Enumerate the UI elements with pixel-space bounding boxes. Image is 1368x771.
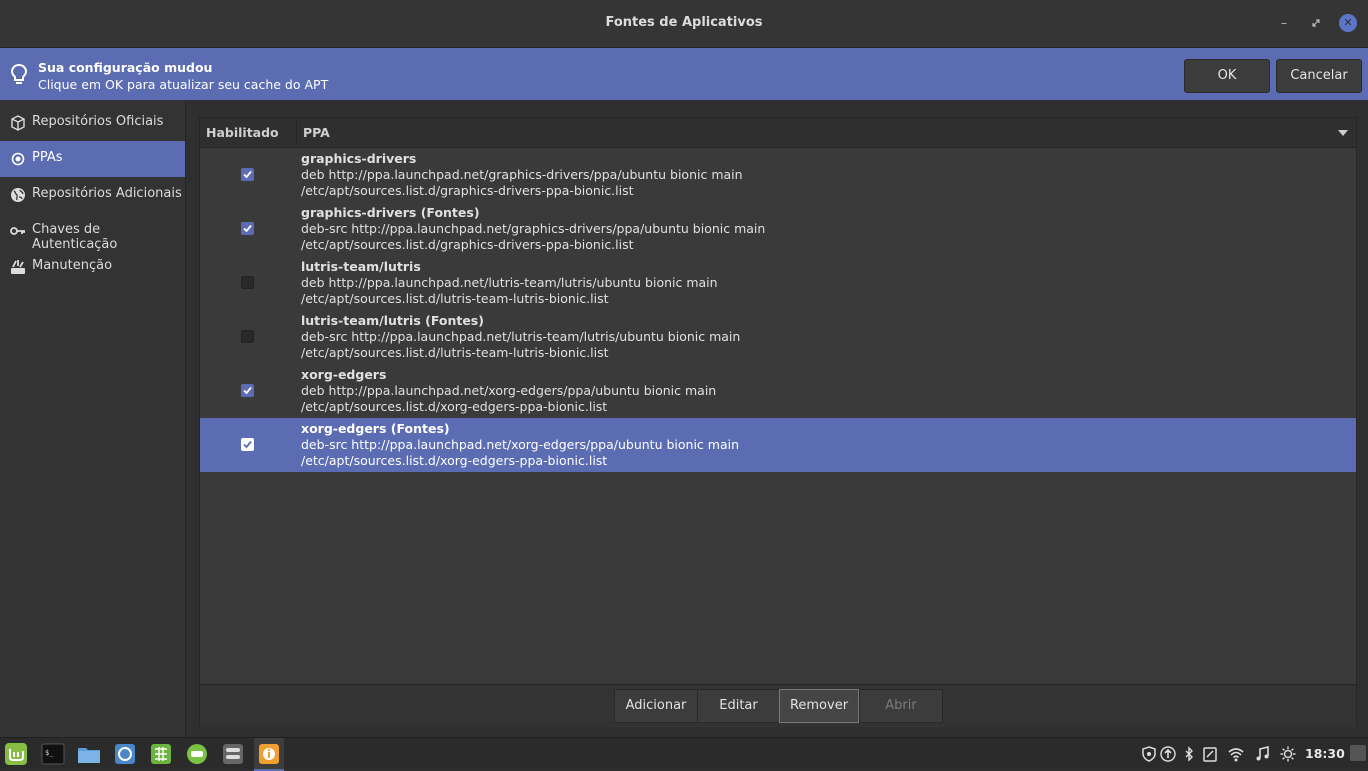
maximize-icon[interactable]	[1307, 14, 1325, 32]
package-icon	[11, 115, 25, 131]
ppa-file-path: /etc/apt/sources.list.d/graphics-drivers…	[301, 183, 634, 198]
ppa-entry: lutris-team/lutris deb http://ppa.launch…	[301, 259, 718, 307]
enabled-checkbox[interactable]	[241, 168, 254, 181]
maintenance-icon	[11, 260, 25, 274]
ppa-name: graphics-drivers	[301, 151, 417, 166]
window-title: Fontes de Aplicativos	[605, 15, 763, 30]
browser-icon[interactable]	[112, 741, 138, 767]
infobar-message: Clique em OK para atualizar seu cache do…	[38, 77, 329, 92]
sidebar-item-label: Chaves de Autenticação	[32, 222, 118, 252]
sidebar-item-label: Manutenção	[32, 258, 113, 273]
ppa-source-line: deb-src http://ppa.launchpad.net/xorg-ed…	[301, 437, 739, 452]
mint-menu-icon[interactable]	[3, 741, 29, 767]
table-row[interactable]: graphics-drivers (Fontes) deb-src http:/…	[200, 202, 1356, 256]
ppa-entry: xorg-edgers (Fontes) deb-src http://ppa.…	[301, 421, 739, 469]
window-titlebar: Fontes de Aplicativos – ✕	[0, 0, 1368, 48]
lightbulb-icon	[10, 63, 28, 84]
ppa-file-path: /etc/apt/sources.list.d/xorg-edgers-ppa-…	[301, 453, 608, 468]
sidebar-item-authentication-keys[interactable]: Chaves de Autenticação	[0, 213, 185, 252]
terminal-icon[interactable]: $_	[40, 741, 66, 767]
update-arrow-icon[interactable]	[1160, 746, 1176, 762]
table-header: Habilitado PPA	[200, 118, 1356, 148]
ppa-source-line: deb http://ppa.launchpad.net/graphics-dr…	[301, 167, 743, 182]
ppa-file-path: /etc/apt/sources.list.d/lutris-team-lutr…	[301, 291, 609, 306]
files-icon[interactable]	[76, 741, 102, 767]
table-row[interactable]: xorg-edgers deb http://ppa.launchpad.net…	[200, 364, 1356, 418]
close-icon[interactable]: ✕	[1339, 14, 1357, 32]
column-divider	[296, 120, 297, 145]
ppa-entry: xorg-edgers deb http://ppa.launchpad.net…	[301, 367, 716, 415]
svg-text:$_: $_	[45, 749, 54, 757]
config-changed-infobar: Sua configuração mudou Clique em OK para…	[0, 48, 1368, 100]
table-row-selected[interactable]: xorg-edgers (Fontes) deb-src http://ppa.…	[200, 418, 1356, 472]
software-sources-icon[interactable]	[256, 741, 282, 767]
ok-button[interactable]: OK	[1184, 59, 1270, 93]
sidebar-item-additional-repositories[interactable]: Repositórios Adicionais	[0, 177, 185, 213]
updater-icon[interactable]	[184, 741, 210, 767]
enabled-checkbox[interactable]	[241, 330, 254, 343]
ppa-source-line: deb http://ppa.launchpad.net/xorg-edgers…	[301, 383, 717, 398]
show-desktop-icon[interactable]	[1350, 745, 1366, 761]
ppa-table: Habilitado PPA graphics-drivers deb http…	[199, 117, 1357, 727]
ppa-name: lutris-team/lutris (Fontes)	[301, 313, 484, 328]
ppa-file-path: /etc/apt/sources.list.d/graphics-drivers…	[301, 237, 634, 252]
sidebar: Repositórios Oficiais PPAs Repositórios …	[0, 100, 186, 737]
ppa-source-line: deb http://ppa.launchpad.net/lutris-team…	[301, 275, 718, 290]
sidebar-item-official-repositories[interactable]: Repositórios Oficiais	[0, 105, 185, 141]
brightness-icon[interactable]	[1280, 746, 1296, 762]
column-header-enabled[interactable]: Habilitado	[206, 125, 279, 140]
ppa-icon	[11, 152, 25, 166]
ppa-file-path: /etc/apt/sources.list.d/lutris-team-lutr…	[301, 345, 609, 360]
column-header-ppa[interactable]: PPA	[303, 125, 330, 140]
shield-icon[interactable]	[1141, 746, 1157, 762]
ppa-name: graphics-drivers (Fontes)	[301, 205, 480, 220]
ppa-name: xorg-edgers (Fontes)	[301, 421, 450, 436]
settings-icon[interactable]	[220, 741, 246, 767]
bluetooth-icon[interactable]	[1181, 746, 1197, 762]
sidebar-item-label: Repositórios Adicionais	[32, 186, 182, 201]
clipboard-icon[interactable]	[1202, 746, 1218, 762]
edit-button[interactable]: Editar	[697, 689, 780, 723]
open-button[interactable]: Abrir	[859, 689, 943, 723]
ppa-entry: graphics-drivers deb http://ppa.launchpa…	[301, 151, 743, 199]
sort-arrow-icon[interactable]	[1338, 130, 1348, 136]
table-row[interactable]: lutris-team/lutris deb http://ppa.launch…	[200, 256, 1356, 310]
sidebar-item-maintenance[interactable]: Manutenção	[0, 249, 185, 285]
wifi-icon[interactable]	[1228, 746, 1244, 762]
globe-icon	[11, 188, 25, 202]
infobar-title: Sua configuração mudou	[38, 60, 213, 75]
music-icon[interactable]	[1254, 746, 1270, 762]
ppa-file-path: /etc/apt/sources.list.d/xorg-edgers-ppa-…	[301, 399, 608, 414]
ppa-entry: graphics-drivers (Fontes) deb-src http:/…	[301, 205, 765, 253]
cancel-button[interactable]: Cancelar	[1276, 59, 1362, 93]
key-icon	[10, 227, 25, 235]
sidebar-item-label: Repositórios Oficiais	[32, 114, 164, 129]
table-row[interactable]: lutris-team/lutris (Fontes) deb-src http…	[200, 310, 1356, 364]
minimize-icon[interactable]: –	[1275, 14, 1293, 32]
table-row[interactable]: graphics-drivers deb http://ppa.launchpa…	[200, 148, 1356, 202]
remove-button[interactable]: Remover	[779, 689, 859, 723]
sidebar-item-ppas[interactable]: PPAs	[0, 141, 185, 177]
ppa-entry: lutris-team/lutris (Fontes) deb-src http…	[301, 313, 740, 361]
enabled-checkbox[interactable]	[241, 276, 254, 289]
taskbar: $_ 18:30	[0, 737, 1368, 771]
ppa-name: xorg-edgers	[301, 367, 387, 382]
add-button[interactable]: Adicionar	[614, 689, 698, 723]
action-bar: Adicionar Editar Remover Abrir	[200, 684, 1356, 727]
enabled-checkbox[interactable]	[241, 222, 254, 235]
ppa-name: lutris-team/lutris	[301, 259, 421, 274]
ppa-source-line: deb-src http://ppa.launchpad.net/lutris-…	[301, 329, 741, 344]
enabled-checkbox[interactable]	[241, 438, 254, 451]
sidebar-item-label: PPAs	[32, 150, 63, 165]
enabled-checkbox[interactable]	[241, 384, 254, 397]
spreadsheet-icon[interactable]	[148, 741, 174, 767]
clock[interactable]: 18:30	[1305, 746, 1345, 761]
ppa-source-line: deb-src http://ppa.launchpad.net/graphic…	[301, 221, 766, 236]
